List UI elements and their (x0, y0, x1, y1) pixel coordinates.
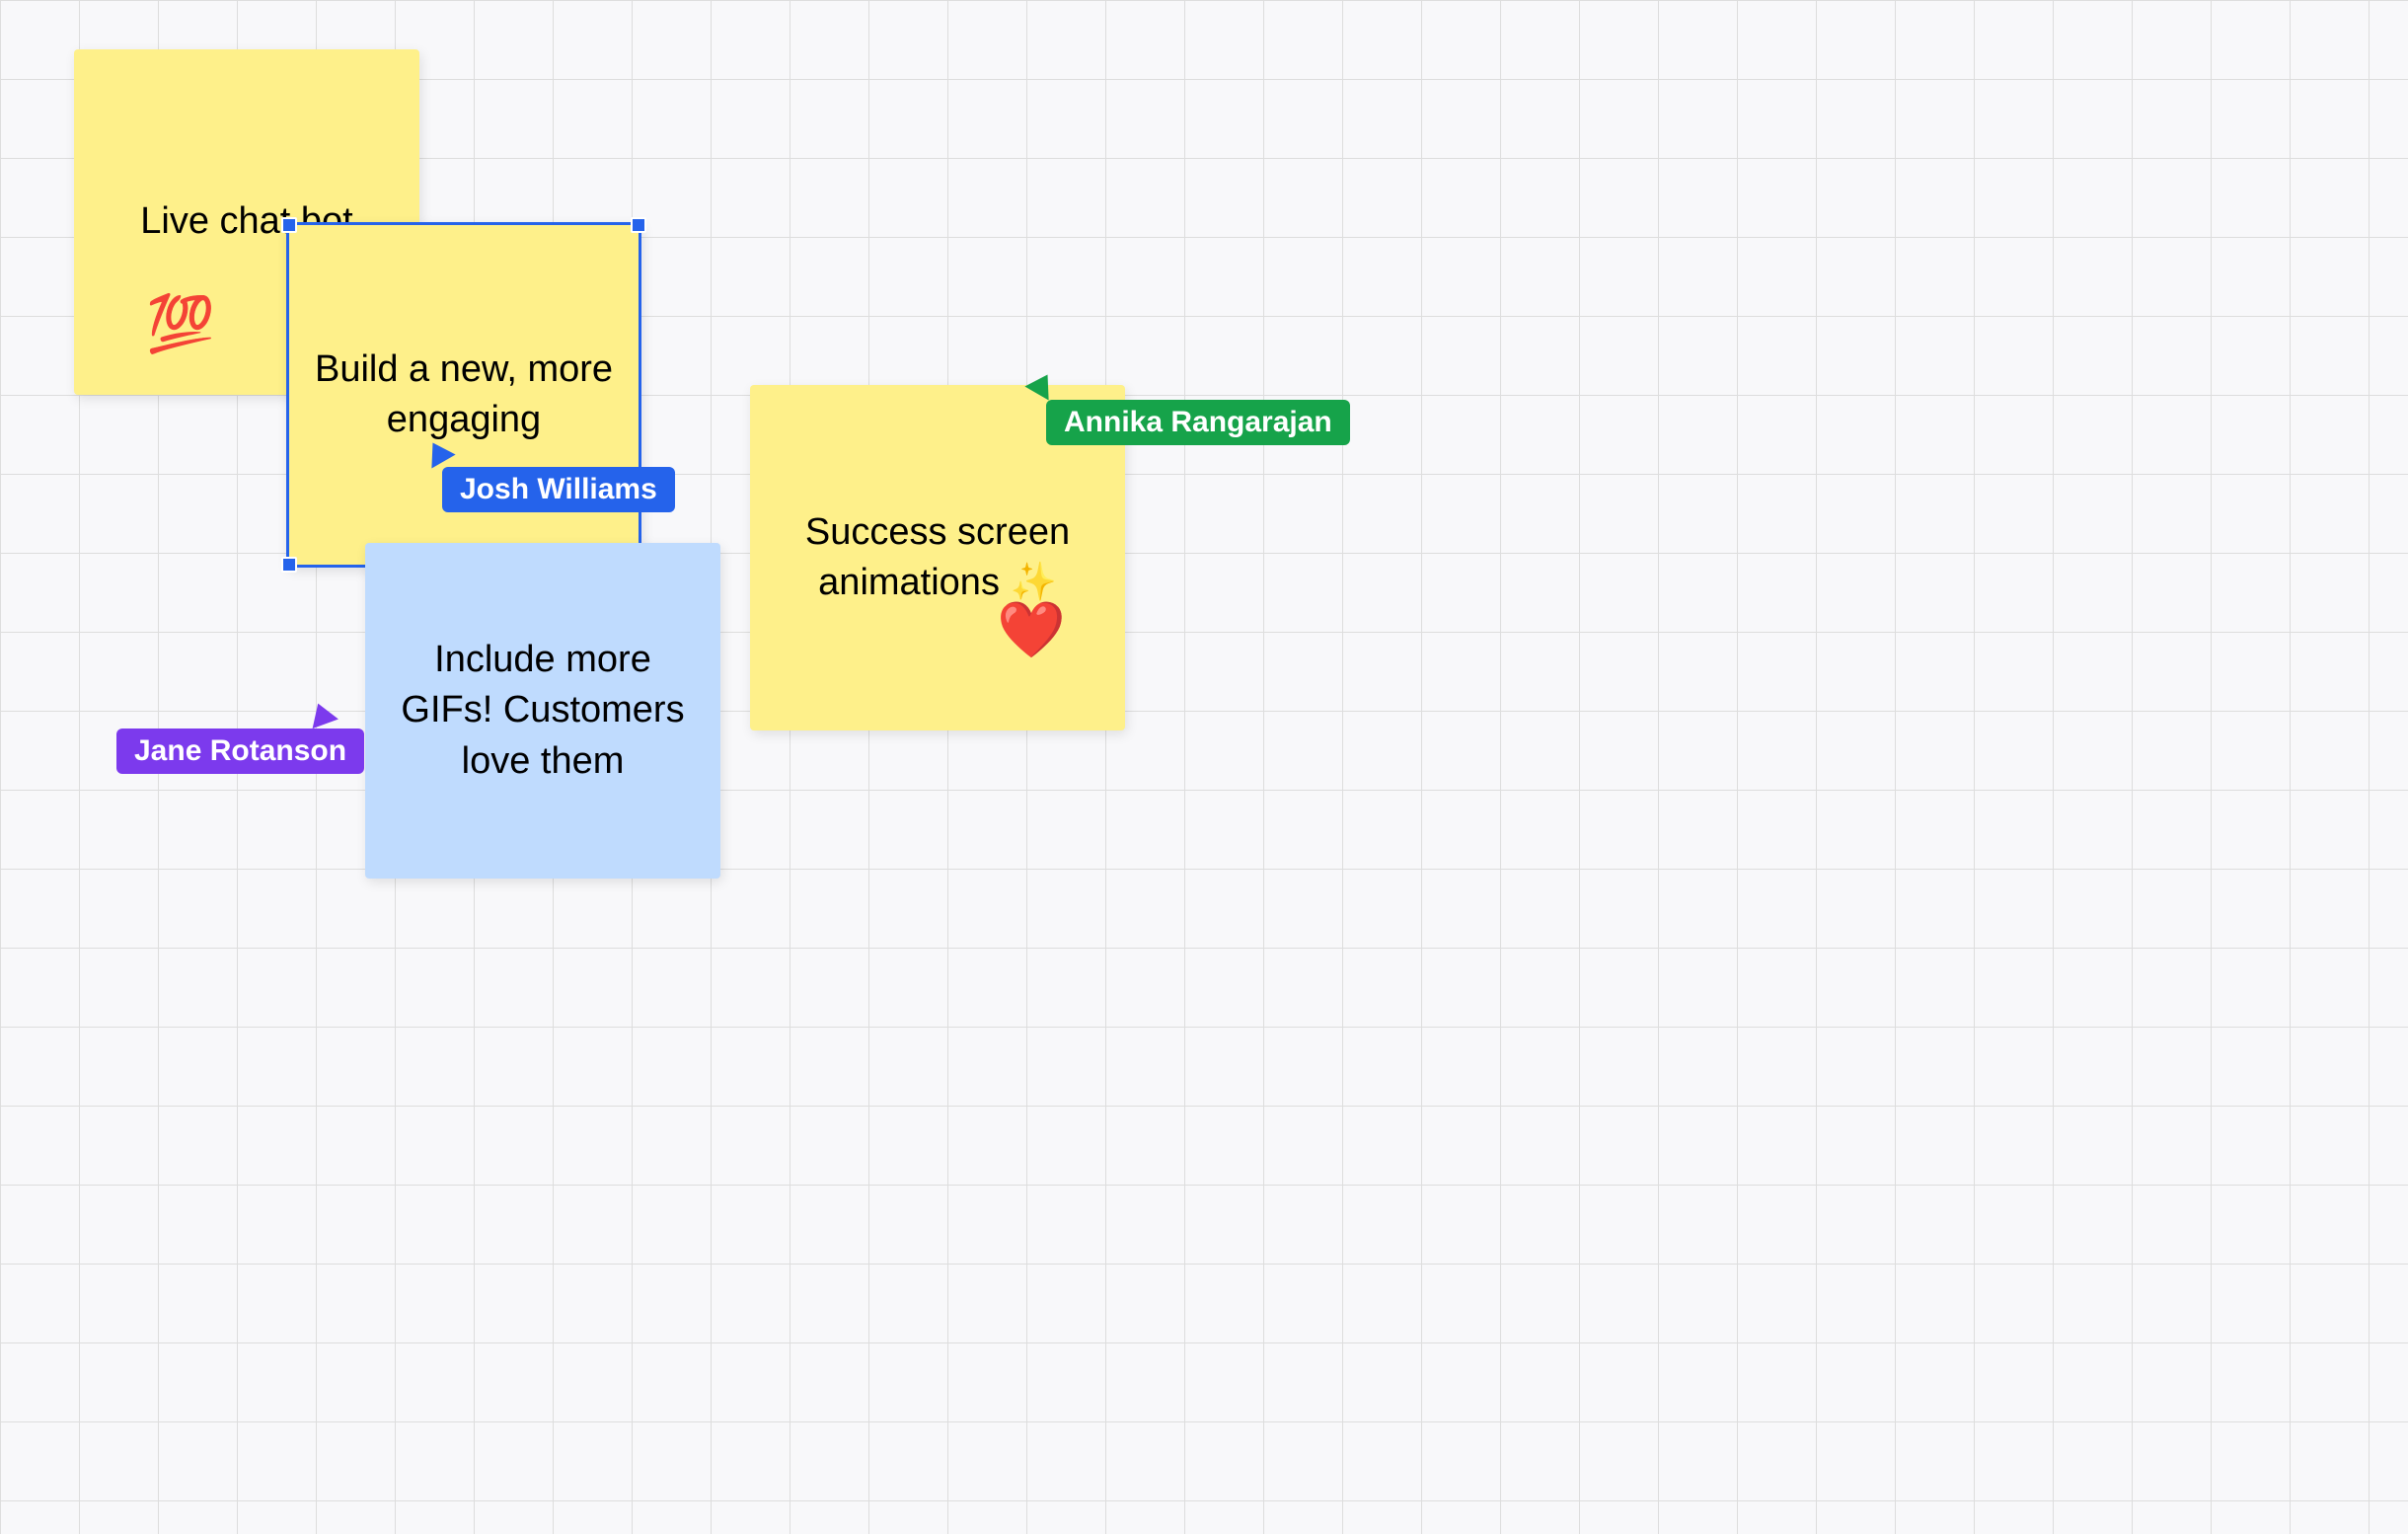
note-text-gifs: Include more GIFs! Customers love them (389, 635, 697, 787)
resize-handle-tl[interactable] (281, 217, 297, 233)
sticky-note-gifs[interactable]: Include more GIFs! Customers love them (365, 543, 720, 879)
sticker-heart: ❤️ (997, 597, 1066, 662)
note-text-success: Success screen animations ✨ (774, 507, 1101, 609)
note-text-build: Build a new, more engaging (313, 345, 615, 446)
sticker-100: 💯 (146, 291, 215, 356)
name-label-jane: Jane Rotanson (116, 729, 364, 774)
resize-handle-bl[interactable] (281, 557, 297, 573)
name-label-josh: Josh Williams (442, 467, 675, 512)
name-label-annika: Annika Rangarajan (1046, 400, 1350, 445)
cursor-pointer-jane (305, 699, 339, 729)
sticky-note-build[interactable]: Build a new, more engaging (286, 222, 641, 568)
resize-handle-tr[interactable] (631, 217, 646, 233)
